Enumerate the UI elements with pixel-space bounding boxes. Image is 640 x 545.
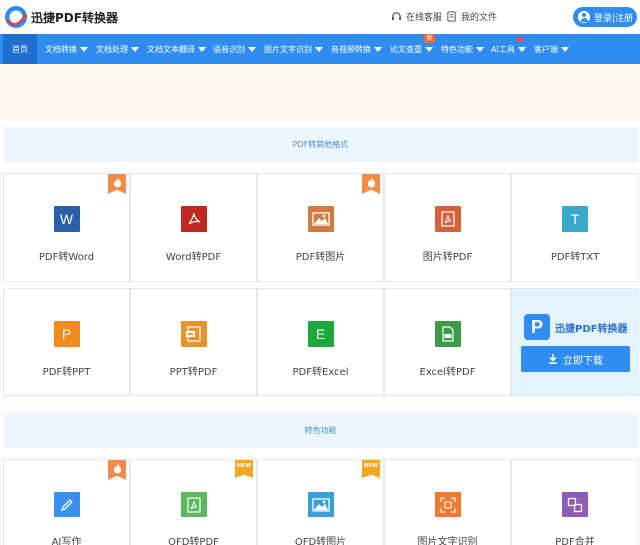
nav-item-doc-convert[interactable]: 文档转换 (45, 34, 88, 64)
tool-label: PPT转PDF (169, 367, 218, 378)
tool-label: 图片转PDF (422, 252, 473, 263)
chevron-down-icon (517, 46, 526, 52)
tool-card-pdf-to-ppt[interactable]: P PDF转PPT (3, 288, 130, 396)
chevron-down-icon (425, 46, 433, 52)
chevron-down-icon (374, 46, 382, 52)
nav-item-speech[interactable]: 语音识别 (213, 34, 256, 64)
tool-label: AI写作 (51, 537, 82, 545)
download-button[interactable]: 立即下载 (521, 346, 630, 372)
my-files-link[interactable]: 我的文件 (446, 10, 497, 23)
online-service-label: 在线客服 (406, 13, 443, 23)
app-logo-icon: P (524, 314, 550, 340)
brand-logo-icon[interactable] (4, 5, 28, 29)
chevron-down-icon (315, 46, 323, 52)
chevron-down-icon (198, 46, 206, 52)
nav-item-doc-process[interactable]: 文档处理 (96, 34, 139, 64)
hot-ribbon (108, 460, 126, 480)
pdf-icon (180, 492, 207, 517)
download-icon (549, 354, 557, 364)
chevron-down-icon (80, 46, 88, 52)
tool-card-pdf-merge[interactable]: PDF合并 (511, 459, 639, 545)
online-service-link[interactable]: 在线客服 (391, 10, 442, 23)
main-nav: 首页 文档转换 文档处理 文档文本翻译 语音识别 图片文字识别 音视频转换 论文… (0, 34, 640, 64)
nav-item-ocr[interactable]: 图片文字识别 (264, 34, 323, 64)
tool-card-image-to-pdf[interactable]: 图片转PDF (384, 173, 511, 282)
tool-card-excel-to-pdf[interactable]: Excel转PDF (384, 288, 511, 396)
new-ribbon: NEW (235, 460, 253, 478)
tool-card-ofd-to-image[interactable]: NEW OFD转图片 (257, 459, 384, 545)
flame-icon (113, 177, 121, 188)
header: 迅捷PDF转换器 在线客服 我的文件 登录|注册 (0, 0, 640, 34)
hot-triangle-icon (516, 35, 524, 41)
merge-icon (562, 492, 588, 517)
new-badge: 新 (424, 34, 435, 43)
promo-app-name: 迅捷PDF转换器 (555, 324, 628, 335)
pdf-icon (180, 206, 207, 232)
nav-item-translate[interactable]: 文档文本翻译 (147, 34, 206, 64)
ppt-pdf-icon (180, 321, 207, 347)
tool-card-ai-writing[interactable]: AI写作 (3, 459, 130, 545)
tool-label: PDF转图片 (295, 252, 346, 263)
nav-item-av-convert[interactable]: 音视频转换 (331, 34, 382, 64)
chevron-down-icon (131, 46, 139, 52)
tool-card-ppt-to-pdf[interactable]: PPT转PDF (130, 288, 257, 396)
login-register-label: 登录|注册 (594, 13, 634, 24)
new-ribbon: NEW (362, 460, 380, 478)
chevron-down-icon (248, 46, 256, 52)
tool-label: PDF转TXT (550, 252, 600, 263)
download-promo: P 迅捷PDF转换器 立即下载 (511, 288, 639, 396)
nav-item-home[interactable]: 首页 (3, 34, 37, 64)
tool-label: PDF转Word (38, 252, 95, 263)
section-title-convert: PDF转其他格式 (3, 127, 638, 162)
section-title-features: 特色功能 (3, 413, 638, 448)
nav-item-features[interactable]: 特色功能 (441, 34, 484, 64)
brand-name[interactable]: 迅捷PDF转换器 (31, 9, 118, 26)
chevron-down-icon (561, 46, 569, 52)
hot-ribbon (362, 174, 380, 194)
document-icon (447, 11, 456, 22)
scan-icon (434, 492, 461, 517)
image-icon (307, 492, 334, 517)
hot-ribbon (108, 174, 126, 194)
image-icon (307, 206, 334, 232)
excel-icon: E (307, 321, 334, 347)
txt-icon: T (562, 206, 588, 232)
tool-card-image-ocr[interactable]: 图片文字识别 (384, 459, 511, 545)
tool-label: 图片文字识别 (417, 537, 478, 545)
tool-label: PDF转Excel (292, 367, 349, 378)
download-label: 立即下载 (563, 355, 603, 367)
pdf-icon (434, 206, 461, 232)
word-icon: W (53, 206, 80, 232)
tool-label: Word转PDF (165, 252, 222, 263)
nav-item-client[interactable]: 客户端 (534, 34, 569, 64)
chevron-down-icon (476, 46, 484, 52)
tool-card-pdf-to-image[interactable]: PDF转图片 (257, 173, 384, 282)
pen-icon (53, 492, 80, 517)
tool-label: Excel转PDF (419, 367, 476, 378)
tool-label: PDF合并 (555, 537, 595, 545)
tool-label: OFD转PDF (168, 537, 219, 545)
tool-card-ofd-to-pdf[interactable]: NEW OFD转PDF (130, 459, 257, 545)
headset-icon (391, 12, 402, 21)
flame-icon (367, 177, 375, 188)
my-files-label: 我的文件 (461, 13, 498, 23)
flame-icon (113, 463, 121, 474)
tool-card-pdf-to-txt[interactable]: T PDF转TXT (511, 173, 639, 282)
excel-pdf-icon (434, 321, 461, 347)
tool-card-pdf-to-word[interactable]: W PDF转Word (3, 173, 130, 282)
user-icon (578, 11, 590, 23)
tool-card-pdf-to-excel[interactable]: E PDF转Excel (257, 288, 384, 396)
tool-label: OFD转图片 (294, 537, 347, 545)
banner (0, 64, 640, 120)
tool-card-word-to-pdf[interactable]: Word转PDF (130, 173, 257, 282)
ppt-icon: P (53, 321, 80, 347)
tool-label: PDF转PPT (42, 367, 91, 378)
login-register-button[interactable]: 登录|注册 (573, 7, 637, 27)
